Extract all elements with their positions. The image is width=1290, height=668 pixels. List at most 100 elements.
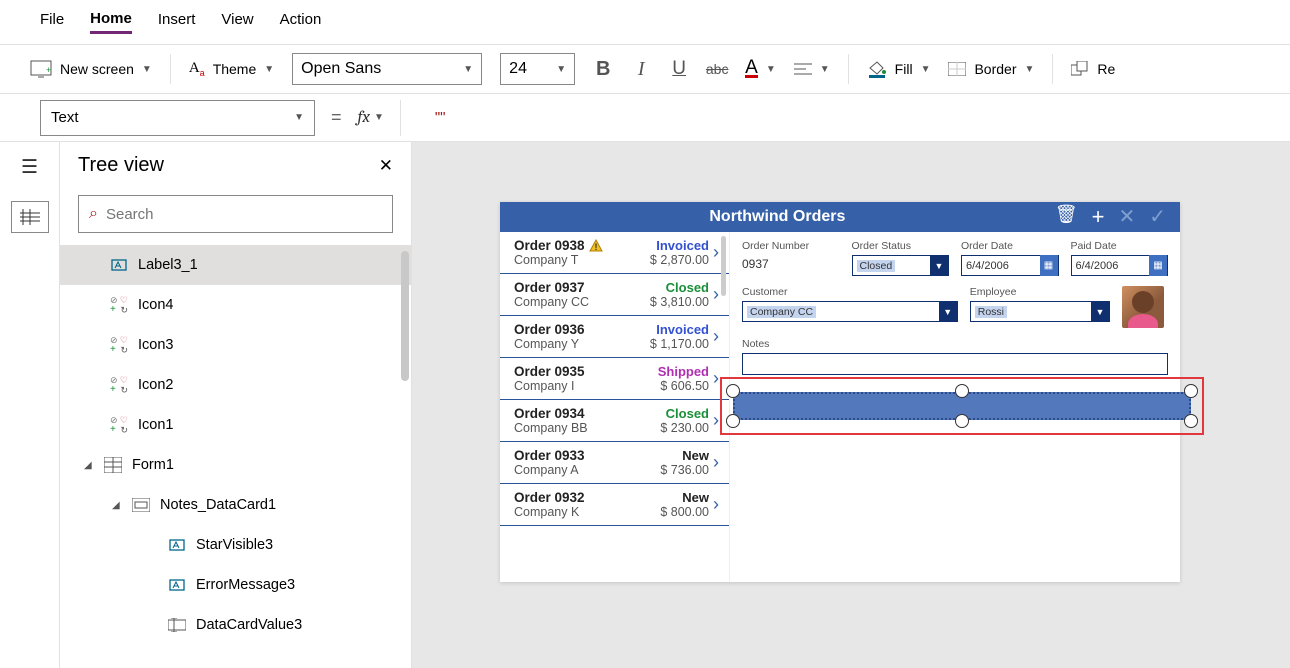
order-row[interactable]: Order 0937Company CCClosed$ 3,810.00› bbox=[500, 274, 729, 316]
order-row[interactable]: Order 0933Company ANew$ 736.00› bbox=[500, 442, 729, 484]
formula-value[interactable]: "" bbox=[435, 109, 446, 126]
tree-node[interactable]: ⊘♡+↻ Icon1 bbox=[60, 405, 411, 445]
employee-select[interactable]: Rossi▼ bbox=[970, 301, 1110, 322]
align-button[interactable]: ▼ bbox=[794, 62, 830, 76]
order-row[interactable]: Order 0934Company BBClosed$ 230.00› bbox=[500, 400, 729, 442]
hamburger-icon[interactable]: ☰ bbox=[21, 156, 38, 179]
tree-node[interactable]: Label3_1 bbox=[60, 245, 411, 285]
border-button[interactable]: Border ▼ bbox=[948, 61, 1034, 77]
resize-handle[interactable] bbox=[726, 384, 740, 398]
resize-handle[interactable] bbox=[1184, 384, 1198, 398]
theme-button[interactable]: Aa Theme ▼ bbox=[189, 60, 274, 78]
chevron-right-icon: › bbox=[713, 452, 719, 473]
check-icon[interactable]: ✓ bbox=[1149, 204, 1166, 230]
app-title: Northwind Orders bbox=[500, 208, 1055, 226]
font-family-select[interactable]: Open Sans ▼ bbox=[292, 53, 482, 85]
fill-button[interactable]: Fill ▼ bbox=[867, 60, 931, 78]
italic-button[interactable]: I bbox=[631, 59, 651, 79]
paid-date-input[interactable]: 6/4/2006▦ bbox=[1071, 255, 1169, 276]
chevron-right-icon: › bbox=[713, 368, 719, 389]
multi-icon: ⊘♡+↻ bbox=[110, 376, 128, 394]
top-menu: File Home Insert View Action bbox=[0, 0, 1290, 44]
search-input[interactable]: ⌕ bbox=[78, 195, 393, 233]
property-select[interactable]: Text ▼ bbox=[40, 100, 315, 136]
expand-icon[interactable]: ◢ bbox=[84, 460, 94, 471]
tree-node[interactable]: ⊘♡+↻Icon2 bbox=[60, 365, 411, 405]
tree-node[interactable]: ⊘♡+↻Icon3 bbox=[60, 325, 411, 365]
close-icon[interactable]: ✕ bbox=[379, 156, 393, 176]
font-color-button[interactable]: A ▼ bbox=[745, 61, 776, 78]
chevron-down-icon: ▼ bbox=[930, 255, 948, 276]
node-label: Form1 bbox=[132, 457, 174, 473]
tree-node[interactable]: ⊘♡+↻Icon4 bbox=[60, 285, 411, 325]
resize-handle[interactable] bbox=[1184, 414, 1198, 428]
chevron-down-icon: ▼ bbox=[556, 64, 566, 75]
node-label: Label3_1 bbox=[138, 257, 198, 273]
notes-input[interactable] bbox=[742, 353, 1168, 375]
order-status-select[interactable]: Closed▼ bbox=[852, 255, 950, 276]
chevron-right-icon: › bbox=[713, 410, 719, 431]
order-list[interactable]: Order 0938!Company TInvoiced$ 2,870.00›O… bbox=[500, 232, 730, 582]
node-label: StarVisible3 bbox=[196, 537, 273, 553]
new-screen-button[interactable]: + New screen ▼ bbox=[30, 60, 152, 78]
chevron-down-icon: ▼ bbox=[374, 112, 384, 123]
calendar-icon: ▦ bbox=[1149, 255, 1167, 276]
order-row[interactable]: Order 0938!Company TInvoiced$ 2,870.00› bbox=[500, 232, 729, 274]
cancel-icon[interactable]: ✕ bbox=[1118, 204, 1135, 230]
menu-view[interactable]: View bbox=[221, 11, 253, 32]
chevron-down-icon: ▼ bbox=[264, 64, 274, 75]
menu-file[interactable]: File bbox=[40, 11, 64, 32]
node-label: DataCardValue3 bbox=[196, 617, 302, 633]
tree-node[interactable]: ErrorMessage3 bbox=[60, 565, 411, 605]
tree-node[interactable]: DataCardValue3 bbox=[60, 605, 411, 645]
order-row[interactable]: Order 0932Company KNew$ 800.00› bbox=[500, 484, 729, 526]
tree-node[interactable]: ◢ Notes_DataCard1 bbox=[60, 485, 411, 525]
tree-view-icon[interactable] bbox=[11, 201, 49, 233]
svg-text:!: ! bbox=[594, 242, 597, 252]
tree-node[interactable]: StarVisible3 bbox=[60, 525, 411, 565]
theme-icon: Aa bbox=[189, 60, 205, 78]
multi-icon: ⊘♡+↻ bbox=[110, 416, 128, 434]
formula-bar: Text ▼ = fx▼ "" bbox=[0, 94, 1290, 142]
card-icon bbox=[132, 496, 150, 514]
reorder-button[interactable]: Re bbox=[1071, 61, 1115, 77]
scrollbar-thumb[interactable] bbox=[721, 236, 726, 296]
chevron-down-icon: ▼ bbox=[142, 64, 152, 75]
border-icon bbox=[948, 62, 966, 76]
plus-icon[interactable]: + bbox=[1092, 204, 1105, 230]
tree-node[interactable]: ◢ Form1 bbox=[60, 445, 411, 485]
menu-home[interactable]: Home bbox=[90, 10, 132, 34]
underline-button[interactable]: U bbox=[669, 59, 689, 79]
fx-button[interactable]: fx▼ bbox=[358, 108, 384, 127]
menu-insert[interactable]: Insert bbox=[158, 11, 196, 32]
tree-list[interactable]: Label3_1⊘♡+↻Icon4⊘♡+↻Icon3⊘♡+↻Icon2⊘♡+↻I… bbox=[60, 245, 411, 668]
chevron-down-icon: ▼ bbox=[766, 64, 776, 75]
node-label: Notes_DataCard1 bbox=[160, 497, 276, 513]
chevron-right-icon: › bbox=[713, 242, 719, 263]
order-row[interactable]: Order 0936Company YInvoiced$ 1,170.00› bbox=[500, 316, 729, 358]
screen-icon: + bbox=[30, 60, 52, 78]
resize-handle[interactable] bbox=[726, 414, 740, 428]
scrollbar-thumb[interactable] bbox=[401, 251, 409, 381]
order-row[interactable]: Order 0935Company IShipped$ 606.50› bbox=[500, 358, 729, 400]
label-icon bbox=[110, 256, 128, 274]
resize-handle[interactable] bbox=[955, 384, 969, 398]
avatar bbox=[1122, 286, 1164, 328]
input-icon bbox=[168, 616, 186, 634]
reorder-icon bbox=[1071, 61, 1089, 77]
left-rail: ☰ bbox=[0, 142, 60, 668]
font-size-select[interactable]: 24 ▼ bbox=[500, 53, 575, 85]
trash-icon[interactable]: 🗑 bbox=[1055, 204, 1078, 230]
resize-handle[interactable] bbox=[955, 414, 969, 428]
expand-icon[interactable]: ◢ bbox=[112, 500, 122, 511]
strike-button[interactable]: abc bbox=[707, 59, 727, 79]
order-date-input[interactable]: 6/4/2006▦ bbox=[961, 255, 1059, 276]
selection-box[interactable] bbox=[720, 377, 1204, 435]
chevron-down-icon: ▼ bbox=[1091, 301, 1109, 322]
node-label: Icon1 bbox=[138, 417, 173, 433]
customer-select[interactable]: Company CC▼ bbox=[742, 301, 958, 322]
menu-action[interactable]: Action bbox=[280, 11, 322, 32]
bold-button[interactable]: B bbox=[593, 59, 613, 79]
multi-icon: ⊘♡+↻ bbox=[110, 296, 128, 314]
chevron-down-icon: ▼ bbox=[939, 301, 957, 322]
